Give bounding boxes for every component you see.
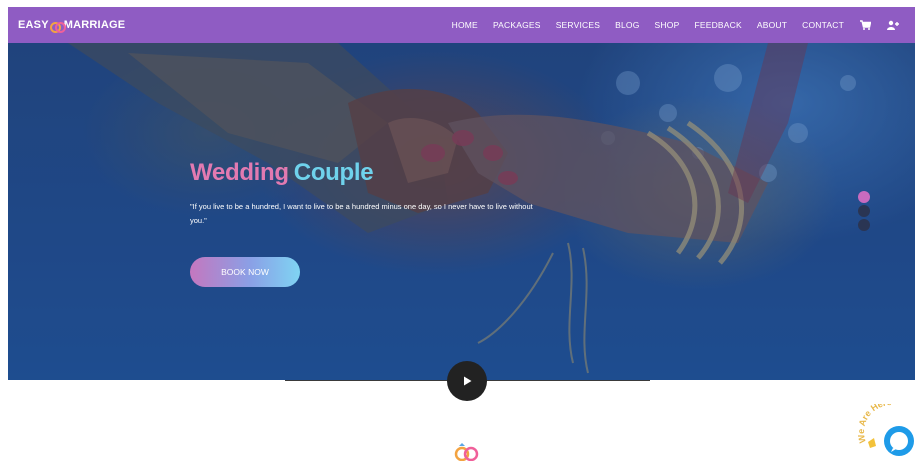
wedding-rings-icon: [453, 442, 481, 461]
slider-dot-2[interactable]: [858, 205, 870, 217]
nav-about[interactable]: ABOUT: [757, 20, 787, 30]
nav-contact[interactable]: CONTACT: [802, 20, 844, 30]
play-video-button[interactable]: [447, 361, 487, 401]
chat-widget[interactable]: We Are Here: [856, 397, 915, 459]
rings-icon: [49, 20, 66, 33]
slider-dots: [858, 191, 870, 233]
hero-title-word-1: Wedding: [190, 159, 289, 186]
book-now-button[interactable]: BOOK NOW: [190, 257, 300, 287]
logo-text-left: EASY: [18, 19, 49, 31]
nav-packages[interactable]: PACKAGES: [493, 20, 541, 30]
navbar: EASY MARRIAGE HOME PACKAGES SERVICES BLO…: [8, 7, 915, 43]
hero-content: Wedding Couple "If you live to be a hundr…: [190, 161, 570, 228]
hero-quote: "If you live to be a hundred, I want to …: [190, 202, 533, 225]
hero-banner: Wedding Couple "If you live to be a hundr…: [8, 43, 915, 380]
nav-shop[interactable]: SHOP: [655, 20, 680, 30]
play-icon: [464, 376, 472, 386]
logo-text-right: MARRIAGE: [63, 19, 126, 31]
page: EASY MARRIAGE HOME PACKAGES SERVICES BLO…: [0, 0, 915, 461]
site-logo[interactable]: EASY MARRIAGE: [18, 19, 126, 33]
hero-title: Wedding Couple: [190, 161, 570, 185]
cart-icon[interactable]: [860, 20, 871, 30]
nav-home[interactable]: HOME: [452, 20, 478, 30]
nav-blog[interactable]: BLOG: [615, 20, 639, 30]
hero-title-word-2: Couple: [293, 159, 374, 186]
main-menu: HOME PACKAGES SERVICES BLOG SHOP FEEDBAC…: [452, 7, 899, 43]
user-add-icon[interactable]: [887, 20, 899, 30]
slider-dot-1[interactable]: [858, 191, 870, 203]
slider-dot-3[interactable]: [858, 219, 870, 231]
nav-services[interactable]: SERVICES: [556, 20, 600, 30]
nav-feedback[interactable]: FEEDBACK: [694, 20, 741, 30]
